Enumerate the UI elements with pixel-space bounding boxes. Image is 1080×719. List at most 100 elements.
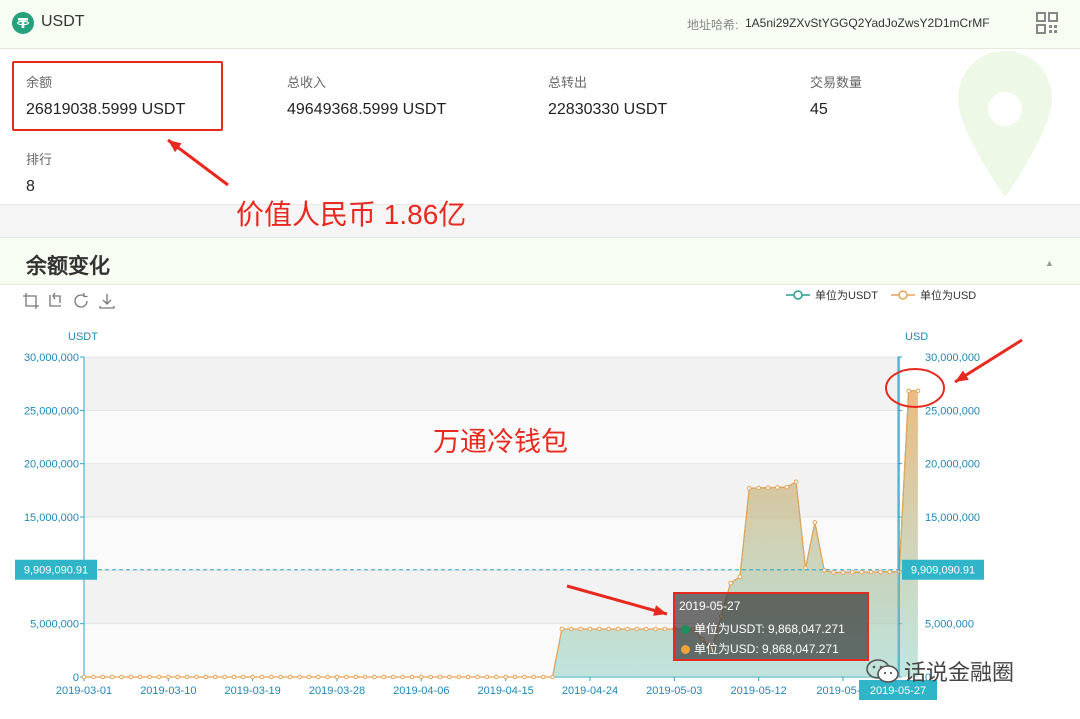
y-left-tick-label: 20,000,000 [24, 459, 79, 471]
total-in-value: 49649368.5999 USDT [287, 101, 447, 118]
data-point [737, 574, 743, 580]
rank-label: 排行 [26, 152, 53, 167]
address-value[interactable]: 1A5ni29ZXvStYGGQ2YadJoZwsY2D1mCrMF [745, 16, 990, 30]
data-point [109, 674, 115, 680]
location-pin-icon [958, 51, 1052, 197]
data-point [278, 674, 284, 680]
data-point [372, 674, 377, 680]
data-point [315, 674, 321, 680]
data-point [906, 388, 911, 394]
data-point [231, 674, 237, 680]
stat-tx-count: 交易数量 45 [810, 72, 862, 119]
data-point [746, 485, 752, 491]
balance-highlight-box [12, 61, 223, 131]
tooltip-usdt-label: 单位为USDT: 9,868,047.271 [694, 622, 845, 636]
data-point [297, 674, 302, 680]
data-point [531, 674, 537, 680]
data-point [550, 674, 555, 680]
data-point [587, 626, 593, 632]
collapse-caret-icon[interactable]: ▲ [1045, 258, 1054, 268]
y-right-tick-label: 30,000,000 [925, 352, 980, 364]
data-point [240, 674, 246, 680]
legend-label-0: 单位为USDT [815, 288, 878, 302]
download-icon[interactable] [98, 292, 116, 310]
data-point [896, 569, 902, 575]
y-left-tick-label: 10,000,000 [24, 565, 79, 577]
data-point [437, 674, 443, 680]
x-tick-label: 2019-03-19 [225, 685, 281, 697]
data-point [756, 485, 761, 491]
data-point [915, 388, 921, 394]
stat-total-out: 总转出 22830330 USDT [548, 72, 667, 119]
top-bar: USDT 地址哈希: 1A5ni29ZXvStYGGQ2YadJoZwsY2D1… [0, 0, 1080, 49]
data-point [306, 674, 312, 680]
total-in-label: 总收入 [287, 75, 327, 90]
tooltip-row-usdt: 单位为USDT: 9,868,047.271 [681, 620, 845, 637]
data-point [512, 674, 518, 680]
data-point [850, 569, 855, 575]
y-left-tick-label: 15,000,000 [24, 512, 79, 524]
data-point [156, 674, 162, 680]
y-right-tick-label: 25,000,000 [925, 405, 980, 417]
data-point [222, 674, 227, 680]
crosshair-right-label-bg [902, 559, 984, 580]
data-point [878, 569, 883, 575]
data-point [840, 570, 846, 575]
total-out-value: 22830330 USDT [548, 101, 668, 118]
y-left-tick-label: 30,000,000 [24, 352, 79, 364]
y-right-tick-label: 10,000,000 [925, 565, 980, 577]
data-point [634, 626, 640, 632]
data-point [578, 626, 583, 632]
x-tick-label: 2019-05-... [816, 685, 869, 697]
y-right-tick-label: 15,000,000 [925, 512, 980, 524]
data-point [100, 674, 106, 680]
grid-band [84, 517, 898, 571]
qr-code-icon[interactable] [1036, 12, 1058, 34]
grid-band [84, 357, 898, 411]
stat-total-in: 总收入 49649368.5999 USDT [287, 72, 446, 119]
data-point [821, 568, 827, 573]
data-point [119, 674, 124, 680]
data-point [803, 565, 808, 571]
data-point [344, 674, 349, 680]
data-point [606, 626, 612, 632]
data-point [662, 626, 668, 632]
data-point [522, 674, 527, 680]
crosshair-left-label: 9,909,090.91 [24, 565, 88, 577]
watermark-text: 话说金融圈 [904, 660, 1015, 685]
data-point [484, 674, 490, 680]
zoom-reset-icon[interactable] [46, 292, 64, 310]
x-tick-label: 2019-05-03 [646, 685, 702, 697]
data-point [419, 674, 424, 680]
data-point [456, 674, 462, 680]
data-point [381, 674, 387, 680]
legend-marker-0 [793, 290, 803, 300]
data-point [362, 674, 368, 680]
data-point [812, 520, 818, 525]
data-point [81, 674, 87, 680]
data-point [859, 569, 865, 575]
data-point [493, 674, 499, 680]
data-point [475, 674, 480, 680]
data-point [194, 674, 199, 680]
crosshair-right-label: 9,909,090.91 [911, 565, 975, 577]
section-separator [0, 204, 1080, 238]
data-point [91, 674, 96, 680]
arrow-to-tooltip-head [653, 605, 667, 616]
chart-tooltip: 2019-05-27 单位为USDT: 9,868,047.271 单位为USD… [673, 592, 869, 661]
y-left-axis-title: USDT [68, 331, 98, 343]
legend-label-1: 单位为USD [920, 288, 976, 302]
zoom-select-icon[interactable] [22, 292, 40, 310]
refresh-icon[interactable] [72, 292, 90, 310]
data-point [465, 674, 471, 680]
data-point [409, 674, 415, 680]
legend-marker-1 [898, 290, 908, 300]
y-right-tick-label: 5,000,000 [925, 619, 974, 631]
watermark: 话说金融圈 [866, 655, 1014, 689]
data-point [887, 569, 893, 575]
data-point [597, 626, 602, 632]
tx-count-value: 45 [810, 101, 828, 118]
y-left-tick-label: 0 [73, 672, 79, 684]
tooltip-dot-usd [681, 645, 690, 654]
rank-value: 8 [26, 178, 35, 195]
